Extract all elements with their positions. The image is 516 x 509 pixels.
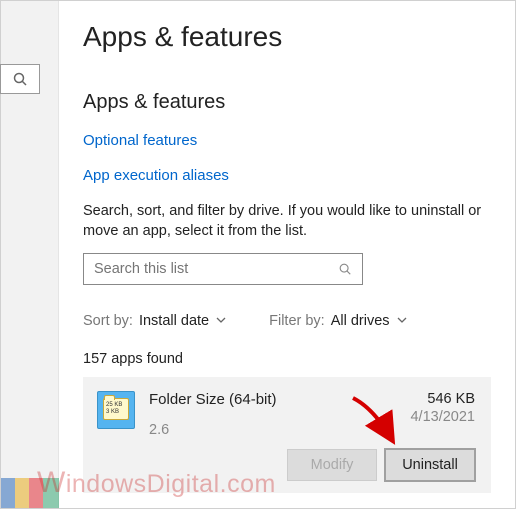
watermark: WindowsDigital.com [37,466,276,500]
chevron-down-icon [396,314,408,326]
app-count: 157 apps found [83,351,491,367]
sidebar-search-button[interactable] [0,64,40,94]
modify-button: Modify [287,449,377,481]
app-date: 4/13/2021 [410,409,475,425]
filter-label: Filter by: [269,313,325,329]
description-text: Search, sort, and filter by drive. If yo… [83,202,491,241]
search-icon [338,262,352,276]
filter-value: All drives [331,313,390,329]
sort-value: Install date [139,313,209,329]
sort-label: Sort by: [83,313,133,329]
uninstall-button[interactable]: Uninstall [385,449,475,481]
sidebar-strip [1,1,59,508]
app-version: 2.6 [149,422,410,438]
chevron-down-icon [215,314,227,326]
sort-by-dropdown[interactable]: Sort by: Install date [83,313,227,329]
app-execution-aliases-link[interactable]: App execution aliases [83,167,491,184]
search-icon [12,71,28,87]
search-input[interactable] [94,261,338,277]
app-size: 546 KB [410,391,475,407]
optional-features-link[interactable]: Optional features [83,132,491,149]
main-content: Apps & features Apps & features Optional… [59,1,515,508]
app-icon: 25 KB3 KB [97,391,135,429]
filter-by-dropdown[interactable]: Filter by: All drives [269,313,407,329]
app-name: Folder Size (64-bit) [149,391,410,408]
section-title: Apps & features [83,91,491,114]
page-title: Apps & features [83,21,491,53]
search-list-field[interactable] [83,253,363,285]
